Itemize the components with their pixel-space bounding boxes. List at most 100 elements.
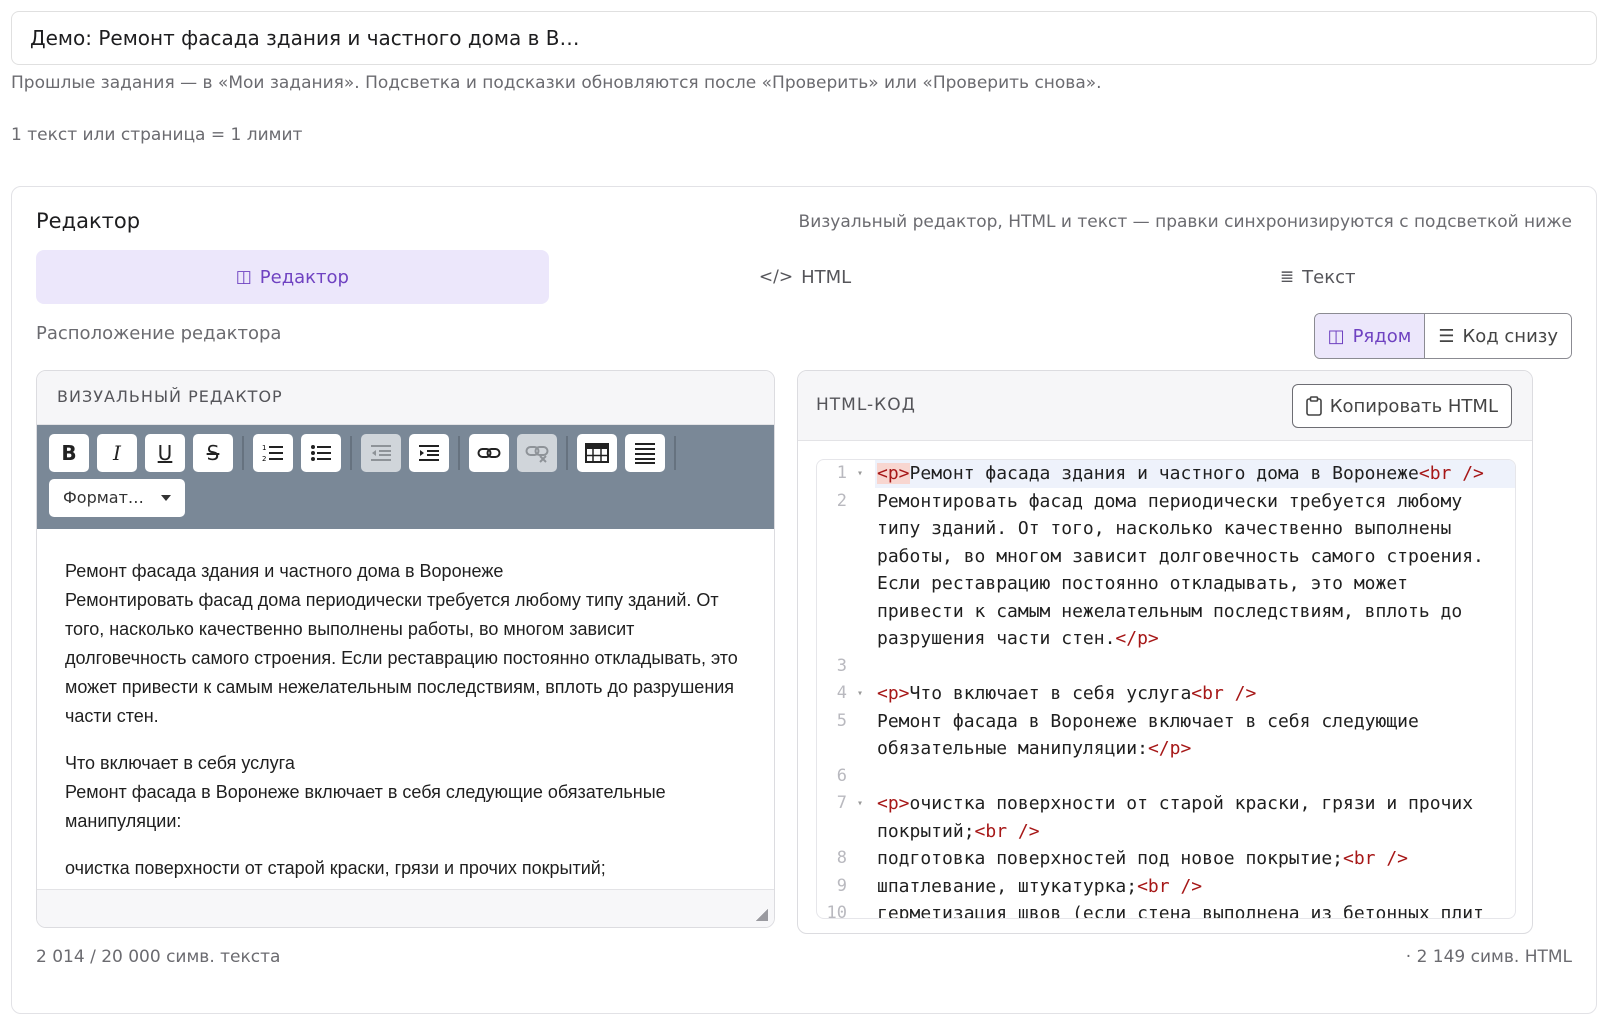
html-code-editor[interactable]: 1 ▾ <p>Ремонт фасада здания и частного дом… [816,459,1516,919]
underline-icon: U [157,441,173,465]
strikethrough-icon: S [206,441,220,465]
code-content: подготовка поверхностей под новое покрыт… [877,848,1343,869]
html-code-card: HTML-КОД Копировать HTML 1 ▾ <p>Ремонт фас… [797,370,1533,934]
align-justify-button[interactable] [625,434,665,472]
code-text: герметизация швов (если стена выполнена … [875,900,1515,919]
layout-option-label: Рядом [1352,325,1412,347]
line-number: 4 ▾ [817,680,875,708]
tab-editor[interactable]: ◫ Редактор [36,250,549,304]
line-number: 9 [836,875,847,896]
html-tag: <br /> [1418,463,1484,484]
html-tag: <br /> [1137,875,1203,897]
resize-handle-icon[interactable] [756,909,768,921]
code-below-icon: ☰ [1438,325,1455,347]
editor-panel: Редактор Визуальный редактор, HTML и тек… [11,186,1597,1014]
svg-text:1: 1 [262,444,266,452]
format-select[interactable]: Формат… [49,479,185,517]
text-char-counter: 2 014 / 20 000 симв. текста [36,947,281,967]
outdent-button[interactable] [361,434,401,472]
html-tag: <br /> [1191,683,1257,704]
underline-button[interactable]: U [145,434,185,472]
code-content: шпатлевание, штукатурка; [877,875,1138,897]
bold-icon: B [61,441,77,465]
html-tag: <p> [877,683,910,704]
html-char-counter: · 2 149 симв. HTML [1405,947,1572,967]
toolbar-divider [566,436,568,470]
bold-button[interactable]: B [49,434,89,472]
line-number: 3 [836,655,847,676]
code-content: очистка поверхности от старой краски, гр… [877,793,1484,842]
line-number: 7 ▾ [817,790,875,845]
align-justify-icon [635,443,655,464]
layout-code-below-button[interactable]: ☰ Код снизу [1425,314,1571,358]
tab-html[interactable]: </> HTML [549,250,1062,304]
visual-editor-header: ВИЗУАЛЬНЫЙ РЕДАКТОР [37,371,774,425]
fold-arrow-icon[interactable]: ▾ [857,680,863,708]
italic-button[interactable]: I [97,434,137,472]
ordered-list-button[interactable]: 12 [253,434,293,472]
book-icon: ◫ [235,267,252,287]
copy-html-label: Копировать HTML [1329,395,1498,417]
code-line: 5 Ремонт фасада в Воронеже включает в себ… [817,708,1515,763]
visual-editor-content[interactable]: Ремонт фасада здания и частного дома в В… [37,529,774,889]
tab-label: Редактор [259,266,349,288]
line-number: 2 [836,490,847,511]
html-tag: <p> [877,793,910,814]
tab-text[interactable]: ≣ Текст [1061,250,1574,304]
indent-icon [419,445,439,461]
code-text: <p>Ремонт фасада здания и частного дома … [875,460,1515,488]
layout-side-by-side-button[interactable]: ◫ Рядом [1314,314,1426,358]
editor-toolbar: B I U S 12 Формат… [37,425,774,529]
paragraph-line: Ремонтировать фасад дома периодически тр… [65,590,738,726]
editor-status-bar [37,889,774,927]
code-line: 7 ▾ <p>очистка поверхности от старой краск… [817,790,1515,845]
code-line: 4 ▾ <p>Что включает в себя услуга<br /> [817,680,1515,708]
code-content: Ремонтировать фасад дома периодически тр… [877,490,1495,650]
ordered-list-icon: 12 [262,444,283,463]
html-tag: <br /> [1343,848,1409,869]
toolbar-divider [350,436,352,470]
indent-button[interactable] [409,434,449,472]
paragraph-line: Ремонт фасада в Воронеже включает в себя… [65,782,666,831]
insert-link-button[interactable] [469,434,509,472]
fold-arrow-icon[interactable]: ▾ [857,790,863,818]
paragraph-line: Ремонт фасада здания и частного дома в В… [65,561,504,581]
code-line: 3 [817,653,1515,681]
code-line: 8 подготовка поверхностей под новое покры… [817,845,1515,873]
copy-html-button[interactable]: Копировать HTML [1291,384,1512,428]
task-title-input[interactable]: Демо: Ремонт фасада здания и частного до… [11,11,1597,65]
panel-title: Редактор [36,209,141,233]
paragraph-line: Что включает в себя услуга [65,753,295,773]
remove-link-button[interactable] [517,434,557,472]
editor-paragraph: Ремонт фасада здания и частного дома в В… [65,557,746,731]
code-content: герметизация швов (если стена выполнена … [877,903,1484,919]
line-number: 10 [826,903,847,919]
limit-note: 1 текст или страница = 1 лимит [11,125,303,145]
html-code-label: HTML-КОД [816,395,916,415]
visual-editor-card: ВИЗУАЛЬНЫЙ РЕДАКТОР B I U S 12 Формат… Р… [36,370,775,928]
clipboard-icon [1305,396,1322,416]
insert-table-button[interactable] [577,434,617,472]
code-content: Ремонт фасада здания и частного дома в В… [909,463,1419,484]
line-number: 1 ▾ [817,460,875,488]
code-text: Ремонтировать фасад дома периодически тр… [875,488,1515,653]
editor-mode-tabs: ◫ Редактор </> HTML ≣ Текст [36,250,1574,304]
code-text: подготовка поверхностей под новое покрыт… [875,845,1515,873]
toolbar-divider [242,436,244,470]
strikethrough-button[interactable]: S [193,434,233,472]
editor-paragraph: очистка поверхности от старой краски, гр… [65,854,746,883]
code-line: 6 [817,763,1515,791]
svg-text:2: 2 [262,455,266,463]
lines-icon: ≣ [1279,267,1295,287]
fold-arrow-icon[interactable]: ▾ [857,460,863,488]
paragraph-line: очистка поверхности от старой краски, гр… [65,858,606,878]
bullet-list-icon [311,445,331,461]
format-select-value: Формат… [63,488,144,507]
unlink-icon [525,446,549,463]
code-line: 2 Ремонтировать фасад дома периодически т… [817,488,1515,653]
toolbar-divider [458,436,460,470]
bullet-list-button[interactable] [301,434,341,472]
tab-label: Текст [1302,266,1356,288]
